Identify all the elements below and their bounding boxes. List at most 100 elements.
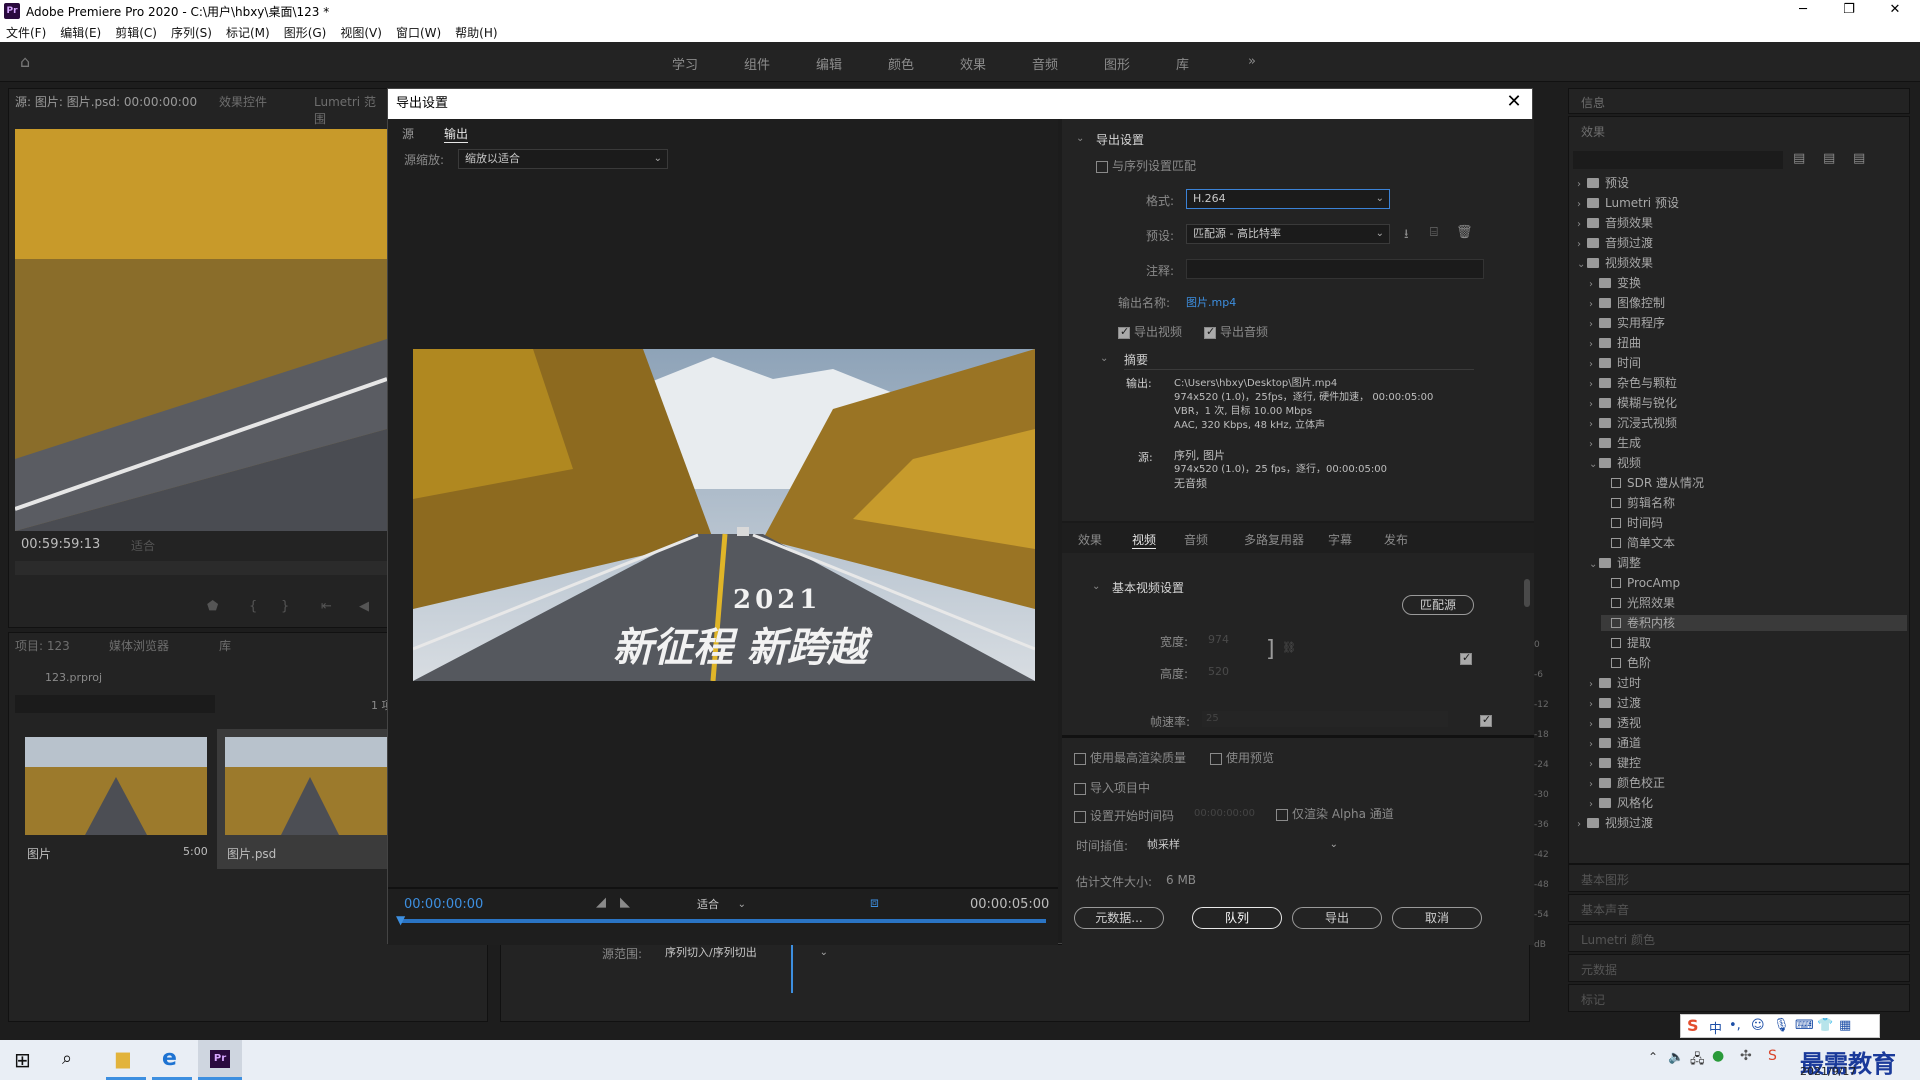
collapsed-panel[interactable]: Lumetri 颜色 [1568,924,1910,952]
menu-window[interactable]: 窗口(W) [396,24,441,41]
cancel-button[interactable]: 取消 [1392,907,1482,929]
tab-project[interactable]: 项目: 123 [15,637,70,654]
chevron-right-icon[interactable]: › [1589,397,1599,413]
chevron-down-icon[interactable]: ⌄ [1092,581,1100,592]
workspace-learn[interactable]: 学习 [672,54,698,73]
mark-in-icon[interactable]: { [249,599,257,614]
go-to-in-icon[interactable]: ⇤ [321,599,332,614]
chevron-right-icon[interactable]: › [1577,237,1587,253]
time-interpolation-dropdown[interactable]: 帧采样 ⌄ [1140,835,1344,855]
workspace-audio[interactable]: 音频 [1032,54,1058,73]
set-in-point-icon[interactable]: ◢ [596,895,606,910]
tab-multiplexer-settings[interactable]: 多路复用器 [1244,531,1304,548]
close-window-icon[interactable]: ✕ [1872,0,1918,22]
edge-taskbar-button[interactable]: e [152,1040,192,1080]
import-into-project-checkbox[interactable]: 导入项目中 [1074,779,1150,796]
effects-folder[interactable]: › 视频过渡 [1577,815,1653,831]
tab-info[interactable]: 信息 [1581,94,1605,111]
effect-item[interactable]: 光照效果 [1601,595,1675,611]
chevron-right-icon[interactable]: › [1589,377,1599,393]
file-explorer-taskbar-button[interactable]: ▆ [106,1040,146,1080]
chevron-right-icon[interactable]: › [1589,737,1599,753]
settings-scrollbar[interactable] [1524,579,1530,607]
preview-timeline-track[interactable] [400,919,1046,923]
aspect-ratio-correction-icon[interactable]: ⧈ [870,895,879,911]
ime-toolbox-icon[interactable]: ▦ [1839,1018,1851,1033]
tab-captions-settings[interactable]: 字幕 [1328,531,1352,548]
workspace-graphics[interactable]: 图形 [1104,54,1130,73]
tab-dialog-source[interactable]: 源 [402,125,414,142]
tab-source[interactable]: 源: 图片: 图片.psd: 00:00:00:00 [15,93,197,110]
tab-media-browser[interactable]: 媒体浏览器 [109,637,169,654]
effects-folder[interactable]: › 沉浸式视频 [1589,415,1677,431]
collapsed-panel[interactable]: 基本图形 [1568,864,1910,892]
playhead-icon[interactable]: ▼ [396,913,405,927]
width-value[interactable]: 974 [1208,633,1229,646]
tab-effects[interactable]: 效果 [1581,123,1605,140]
chevron-right-icon[interactable]: › [1589,297,1599,313]
chevron-down-icon[interactable]: ⌄ [1589,557,1599,573]
chevron-down-icon[interactable]: ⌄ [1577,257,1587,273]
chevron-right-icon[interactable]: › [1589,277,1599,293]
set-out-point-icon[interactable]: ◣ [620,895,630,910]
search-icon[interactable]: ⌕ [62,1048,72,1069]
menu-edit[interactable]: 编辑(E) [60,24,101,41]
match-source-button[interactable]: 匹配源 [1402,595,1474,615]
preset-dropdown[interactable]: 匹配源 - 高比特率 ⌄ [1186,224,1390,244]
chevron-right-icon[interactable]: › [1589,417,1599,433]
delete-preset-icon[interactable]: 🗑 [1456,225,1473,240]
use-previews-checkbox[interactable]: 使用预览 [1210,749,1274,766]
output-name-link[interactable]: 图片.mp4 [1186,294,1236,310]
effects-folder[interactable]: › Lumetri 预设 [1577,195,1679,211]
project-thumb-1[interactable] [25,737,207,835]
minimize-icon[interactable]: ─ [1780,0,1826,22]
preview-start-timecode[interactable]: 00:00:00:00 [404,897,483,912]
chevron-right-icon[interactable]: › [1589,357,1599,373]
ime-punctuation-icon[interactable]: •, [1729,1018,1741,1033]
ime-emoji-icon[interactable]: ☺ [1751,1018,1765,1033]
effect-item[interactable]: 提取 [1601,635,1651,651]
project-search-input[interactable] [15,695,215,713]
chevron-down-icon[interactable]: ⌄ [1100,353,1108,364]
tab-lumetri-scopes[interactable]: Lumetri 范围 [314,93,387,127]
workspace-libraries[interactable]: 库 [1176,54,1189,73]
workspace-more-icon[interactable]: » [1248,54,1256,69]
tab-video-settings[interactable]: 视频 [1132,531,1157,549]
preview-zoom-dropdown[interactable]: 适合 ⌄ [690,895,752,915]
chevron-right-icon[interactable]: › [1589,717,1599,733]
export-button[interactable]: 导出 [1292,907,1382,929]
menu-file[interactable]: 文件(F) [6,24,46,41]
import-preset-icon[interactable]: ⌸ [1430,225,1438,240]
effects-folder[interactable]: › 时间 [1589,355,1641,371]
chevron-right-icon[interactable]: › [1589,697,1599,713]
match-sequence-checkbox[interactable]: 与序列设置匹配 [1096,157,1196,174]
workspace-editing[interactable]: 编辑 [816,54,842,73]
chevron-right-icon[interactable]: › [1577,817,1587,833]
restore-icon[interactable]: ❐ [1826,0,1872,22]
home-icon[interactable]: ⌂ [20,52,30,71]
effects-search-input[interactable] [1573,151,1783,169]
framerate-dropdown[interactable]: 25 [1202,711,1448,727]
chevron-right-icon[interactable]: › [1577,197,1587,213]
metadata-button[interactable]: 元数据... [1074,907,1164,929]
chevron-right-icon[interactable]: › [1589,797,1599,813]
effects-folder[interactable]: ⌄ 调整 [1589,555,1641,571]
chain-link-icon[interactable]: ⛓ [1282,641,1296,654]
tab-dialog-output[interactable]: 输出 [444,125,469,143]
effects-folder[interactable]: › 风格化 [1589,795,1653,811]
menu-clip[interactable]: 剪辑(C) [115,24,157,41]
tray-app-icon[interactable]: ✣ [1740,1048,1752,1064]
effects-folder[interactable]: ⌄ 视频 [1589,455,1641,471]
source-timecode[interactable]: 00:59:59:13 [21,537,100,552]
effects-folder[interactable]: › 键控 [1589,755,1641,771]
mark-out-icon[interactable]: } [281,599,289,614]
source-zoom[interactable]: 适合 [131,537,155,554]
add-marker-icon[interactable]: ⬟ [207,599,218,614]
chevron-right-icon[interactable]: › [1577,217,1587,233]
start-timecode-value[interactable]: 00:00:00:00 [1194,808,1255,819]
tab-effects-settings[interactable]: 效果 [1078,531,1102,548]
chevron-down-icon[interactable]: ⌄ [1076,133,1084,144]
ime-chinese-mode[interactable]: 中 [1709,1018,1722,1037]
chevron-right-icon[interactable]: › [1589,337,1599,353]
chevron-right-icon[interactable]: › [1589,777,1599,793]
